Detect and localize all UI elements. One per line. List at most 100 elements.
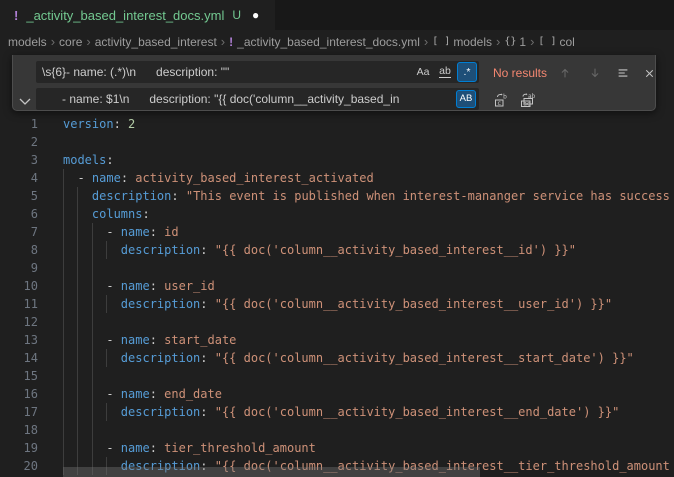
- code-line[interactable]: 6 columns:: [0, 205, 674, 223]
- code-line[interactable]: 10 - name: user_id: [0, 277, 674, 295]
- line-number: 2: [0, 133, 38, 151]
- toggle-replace-chevron-icon[interactable]: [17, 93, 33, 109]
- code-text: - name: end_date: [63, 385, 222, 403]
- breadcrumb-separator-icon: ›: [424, 34, 428, 49]
- code-line[interactable]: 13 - name: start_date: [0, 331, 674, 349]
- code-text: description: "{{ doc('column__activity_b…: [63, 403, 619, 421]
- line-number: 5: [0, 187, 38, 205]
- line-number: 11: [0, 295, 38, 313]
- match-case-icon[interactable]: Aa: [413, 62, 433, 82]
- line-number: 9: [0, 259, 38, 277]
- modified-dot-icon[interactable]: ●: [252, 8, 259, 22]
- code-text: description: "{{ doc('column__activity_b…: [63, 241, 576, 259]
- code-line[interactable]: 11 description: "{{ doc('column__activit…: [0, 295, 674, 313]
- indent-guide: [92, 367, 93, 385]
- code-line[interactable]: 18: [0, 421, 674, 439]
- line-number: 1: [0, 115, 38, 133]
- breadcrumb-label: models: [453, 35, 492, 49]
- find-results-count: No results: [493, 66, 547, 80]
- svg-text:b: b: [503, 92, 507, 100]
- breadcrumb-item-models[interactable]: [ ]models: [432, 35, 492, 49]
- indent-guide: [77, 367, 78, 385]
- code-line[interactable]: 8 description: "{{ doc('column__activity…: [0, 241, 674, 259]
- line-number: 10: [0, 277, 38, 295]
- breadcrumb-item-col[interactable]: [ ]col: [538, 35, 574, 49]
- regex-icon[interactable]: .*: [457, 62, 477, 82]
- line-number: 8: [0, 241, 38, 259]
- code-line[interactable]: 14 description: "{{ doc('column__activit…: [0, 349, 674, 367]
- indent-guide: [92, 421, 93, 439]
- code-text: - name: activity_based_interest_activate…: [63, 169, 374, 187]
- breadcrumb: models › core › activity_based_interest › !_ac…: [0, 30, 674, 53]
- line-number: 19: [0, 439, 38, 457]
- line-number: 18: [0, 421, 38, 439]
- code-line[interactable]: 16 - name: end_date: [0, 385, 674, 403]
- indent-guide: [77, 313, 78, 331]
- code-text: description: "{{ doc('column__activity_b…: [63, 295, 612, 313]
- indent-guide: [92, 313, 93, 331]
- code-text: - name: tier_threshold_amount: [63, 439, 316, 457]
- svg-text:ac: ac: [523, 100, 531, 107]
- close-icon[interactable]: [639, 63, 659, 83]
- previous-match-icon[interactable]: [555, 63, 575, 83]
- code-line[interactable]: 7 - name: id: [0, 223, 674, 241]
- symbol-array-icon: [ ]: [538, 36, 556, 47]
- breadcrumb-separator-icon: ›: [51, 34, 55, 49]
- yaml-warning-icon: !: [229, 35, 233, 49]
- code-text: description: "This event is published wh…: [63, 187, 670, 205]
- breadcrumb-item-_activity_based_interest_docs.yml[interactable]: !_activity_based_interest_docs.yml: [229, 35, 420, 49]
- svg-text:c: c: [497, 99, 501, 107]
- line-number: 6: [0, 205, 38, 223]
- code-text: version: 2: [63, 115, 135, 133]
- breadcrumb-item-models[interactable]: models: [8, 35, 47, 49]
- find-in-selection-icon[interactable]: [613, 63, 633, 83]
- code-line[interactable]: 17 description: "{{ doc('column__activit…: [0, 403, 674, 421]
- yaml-warning-icon: !: [14, 8, 18, 23]
- breadcrumb-label: 1: [519, 35, 526, 49]
- code-line[interactable]: 5 description: "This event is published …: [0, 187, 674, 205]
- code-line[interactable]: 1 version: 2: [0, 115, 674, 133]
- indent-guide: [63, 367, 64, 385]
- code-text: models:: [63, 151, 114, 169]
- indent-guide: [63, 259, 64, 277]
- code-text: - name: start_date: [63, 331, 236, 349]
- code-text: - name: id: [63, 223, 179, 241]
- line-number: 3: [0, 151, 38, 169]
- breadcrumb-item-activity_based_interest[interactable]: activity_based_interest: [95, 35, 217, 49]
- line-number: 16: [0, 385, 38, 403]
- tab-activity-based-interest-docs[interactable]: ! _activity_based_interest_docs.yml U ●: [0, 0, 275, 30]
- find-replace-widget: \s{6}- name: (.*)\n description: "" Aa a…: [12, 55, 656, 111]
- code-line[interactable]: 9: [0, 259, 674, 277]
- replace-one-icon[interactable]: b c: [491, 90, 510, 109]
- tab-filename: _activity_based_interest_docs.yml: [26, 8, 224, 23]
- code-line[interactable]: 19 - name: tier_threshold_amount: [0, 439, 674, 457]
- preserve-case-icon[interactable]: AB: [456, 90, 476, 108]
- horizontal-scrollbar[interactable]: [63, 467, 480, 477]
- breadcrumb-item-1[interactable]: {}1: [504, 35, 526, 49]
- line-number: 4: [0, 169, 38, 187]
- next-match-icon[interactable]: [585, 63, 605, 83]
- line-number: 14: [0, 349, 38, 367]
- indent-guide: [92, 259, 93, 277]
- code-line[interactable]: 3 models:: [0, 151, 674, 169]
- symbol-object-icon: {}: [504, 36, 516, 47]
- line-number: 7: [0, 223, 38, 241]
- breadcrumb-label: models: [8, 35, 47, 49]
- breadcrumb-label: col: [559, 35, 574, 49]
- replace-value-text: - name: $1\n description: "{{ doc('colum…: [42, 88, 399, 110]
- find-input[interactable]: \s{6}- name: (.*)\n description: "" Aa a…: [36, 61, 479, 83]
- replace-all-icon[interactable]: ab ac: [517, 90, 536, 109]
- breadcrumb-item-core[interactable]: core: [59, 35, 82, 49]
- code-line[interactable]: 4 - name: activity_based_interest_activa…: [0, 169, 674, 187]
- code-line[interactable]: 15: [0, 367, 674, 385]
- symbol-array-icon: [ ]: [432, 36, 450, 47]
- vscode-window: ! _activity_based_interest_docs.yml U ● …: [0, 0, 674, 477]
- code-editor[interactable]: 1version: 223models:4 - name: activity_b…: [0, 52, 674, 477]
- code-line[interactable]: 2: [0, 133, 674, 151]
- breadcrumb-separator-icon: ›: [496, 34, 500, 49]
- replace-input[interactable]: - name: $1\n description: "{{ doc('colum…: [36, 88, 479, 110]
- whole-word-icon[interactable]: ab: [435, 62, 455, 82]
- code-line[interactable]: 12: [0, 313, 674, 331]
- indent-guide: [77, 259, 78, 277]
- tab-bar: ! _activity_based_interest_docs.yml U ●: [0, 0, 674, 30]
